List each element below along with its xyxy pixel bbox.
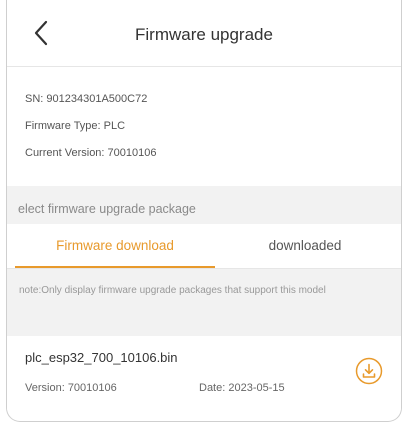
package-date: Date: 2023-05-15 [199, 382, 285, 394]
download-button[interactable] [355, 357, 383, 385]
package-version: Version: 70010106 [25, 382, 117, 394]
tab-firmware-download-label: Firmware download [56, 238, 174, 253]
sn-label: SN: [25, 93, 44, 105]
list-item[interactable]: plc_esp32_700_10106.bin Version: 7001010… [7, 336, 401, 410]
download-circle-icon [355, 357, 383, 385]
note-band [7, 269, 401, 336]
compatibility-note: note:Only display firmware upgrade packa… [19, 285, 326, 296]
serial-number: SN: 901234301A500C72 [25, 93, 147, 105]
firmware-type: Firmware Type: PLC [25, 120, 125, 132]
sn-value: 901234301A500C72 [46, 93, 148, 105]
firmware-type-label: Firmware Type: [25, 120, 101, 132]
app-screen: Firmware upgrade SN: 901234301A500C72 Fi… [6, 0, 402, 422]
top-bar: Firmware upgrade [7, 0, 401, 66]
current-version: Current Version: 70010106 [25, 147, 157, 159]
firmware-type-value: PLC [103, 120, 126, 132]
current-version-label: Current Version: [25, 147, 105, 159]
select-package-label: elect firmware upgrade package [18, 202, 196, 216]
tab-downloaded-label: downloaded [268, 238, 342, 253]
header-divider [7, 66, 401, 67]
tab-downloaded[interactable]: downloaded [215, 224, 395, 268]
package-version-label: Version: [25, 382, 65, 394]
current-version-value: 70010106 [107, 147, 157, 159]
package-date-label: Date: [199, 382, 226, 394]
package-version-value: 70010106 [67, 382, 117, 394]
package-tabs: Firmware download downloaded [7, 224, 401, 268]
page-title: Firmware upgrade [135, 25, 273, 44]
package-date-value: 2023-05-15 [228, 382, 285, 394]
tab-firmware-download[interactable]: Firmware download [15, 224, 215, 268]
package-file-name: plc_esp32_700_10106.bin [25, 350, 178, 365]
